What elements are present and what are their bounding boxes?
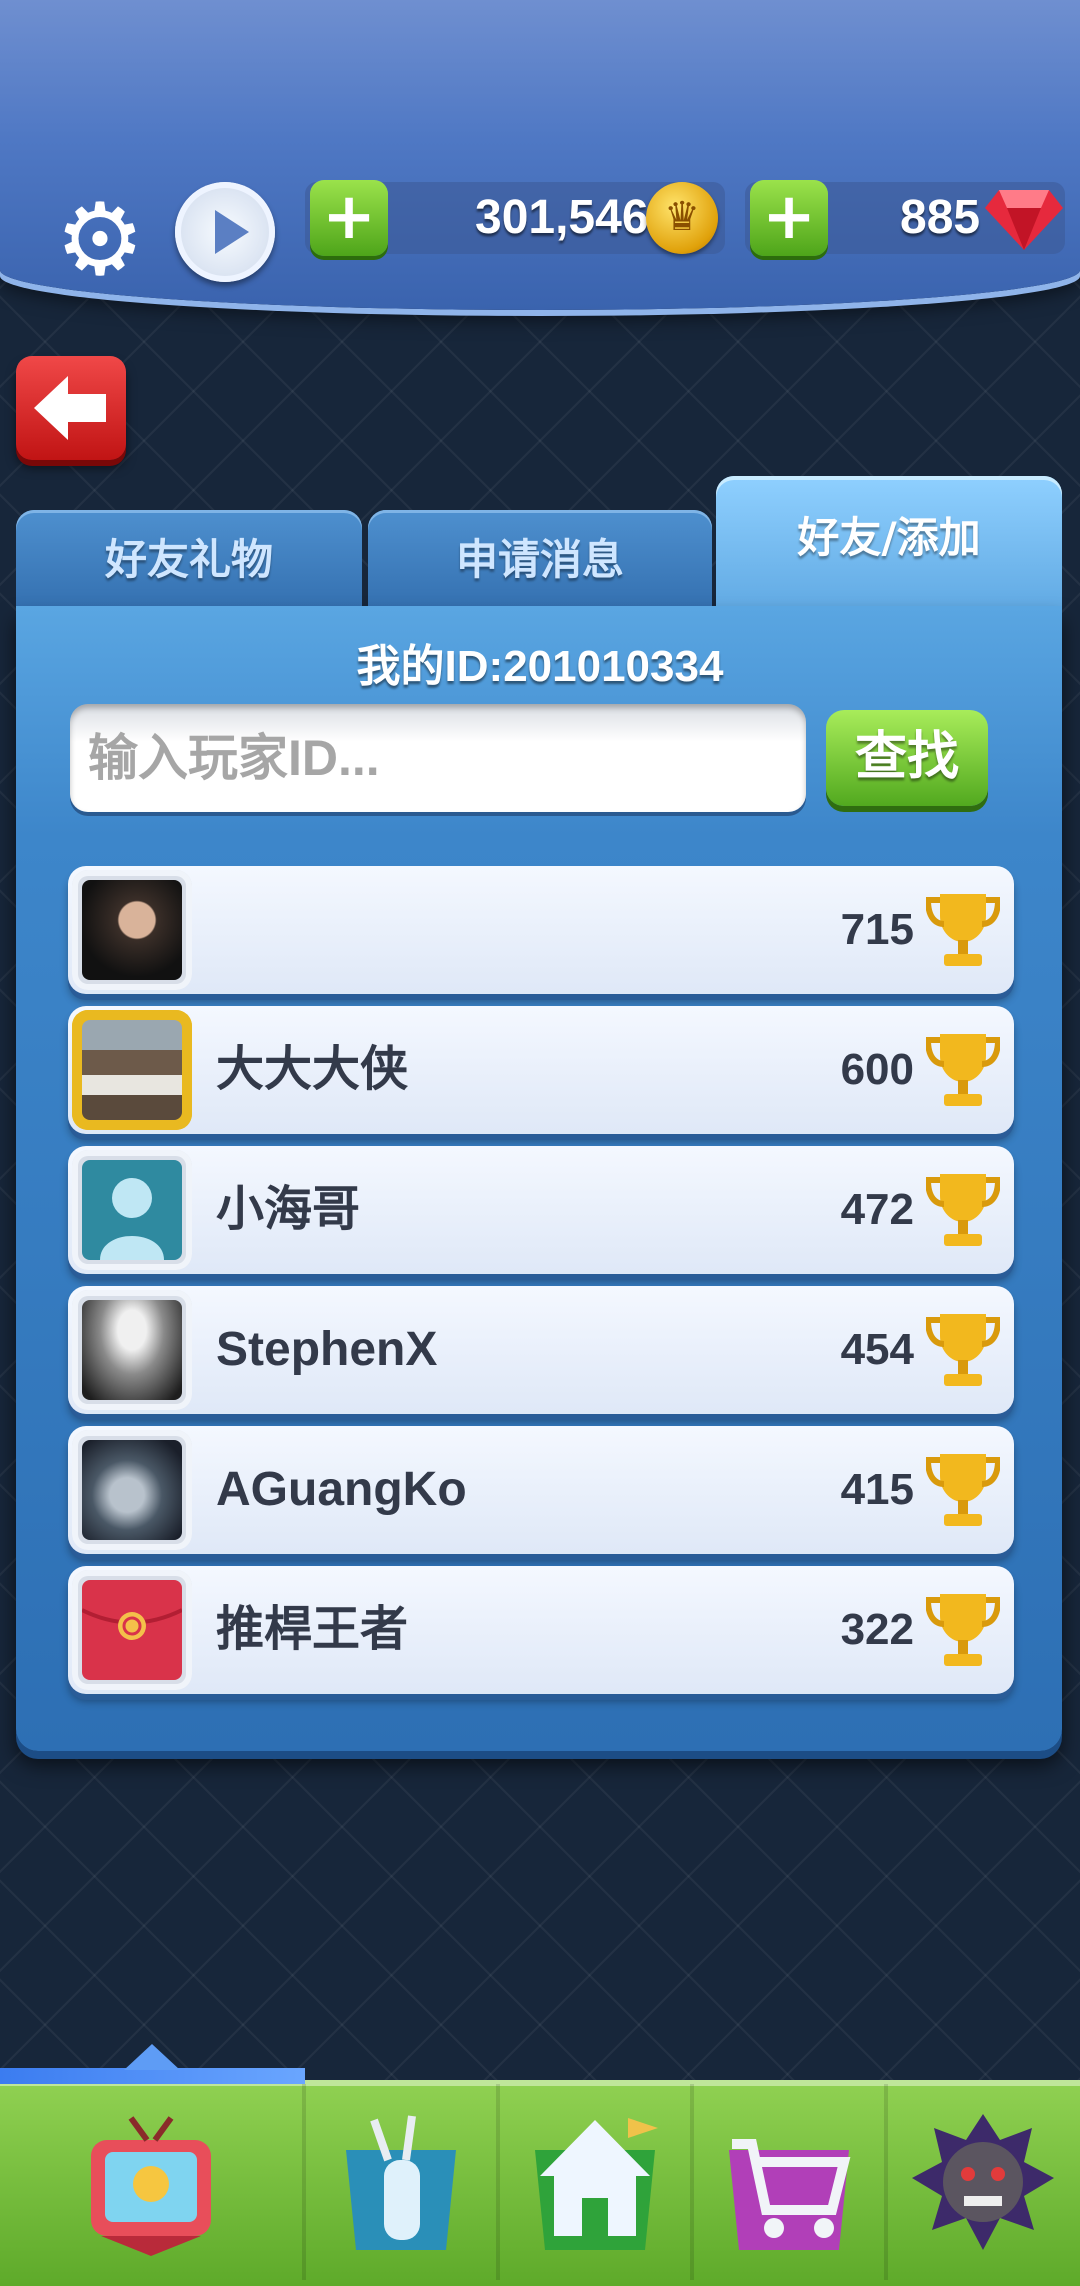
trophy-icon — [926, 1454, 1000, 1526]
player-id-input[interactable] — [70, 704, 806, 812]
avatar — [72, 1290, 192, 1410]
list-item[interactable]: 715 — [68, 866, 1014, 994]
my-id-label: 我的ID:201010334 — [356, 642, 724, 691]
friend-name: StephenX — [216, 1323, 438, 1376]
gems-value: 885 — [900, 191, 981, 244]
golf-bag-icon — [346, 2115, 456, 2250]
add-gems-button[interactable]: + — [750, 180, 828, 256]
gem-icon — [985, 190, 1063, 250]
nav-divider — [884, 2084, 888, 2280]
trophy-icon — [926, 1174, 1000, 1246]
add-coins-button[interactable]: + — [310, 180, 388, 256]
trophy-icon — [926, 1314, 1000, 1386]
friend-name: 小海哥 — [216, 1183, 361, 1236]
friend-name: AGuangKo — [216, 1463, 467, 1516]
friends-list: 715 大大大侠 600 小海哥 472 StephenX 454 AGuang… — [68, 866, 1014, 1706]
friend-score: 454 — [840, 1325, 914, 1374]
friend-score: 600 — [840, 1045, 914, 1094]
avatar — [72, 1430, 192, 1550]
avatar — [72, 1570, 192, 1690]
friend-name: 推桿王者 — [216, 1603, 409, 1656]
nav-divider — [690, 2084, 694, 2280]
trophy-icon — [926, 1034, 1000, 1106]
cart-icon — [729, 2139, 851, 2250]
trophy-icon — [926, 894, 1000, 966]
nav-club-button[interactable] — [908, 2100, 1058, 2270]
friend-score: 715 — [840, 905, 914, 954]
list-item[interactable]: 大大大侠 600 — [68, 1006, 1014, 1134]
trophy-icon — [926, 1594, 1000, 1666]
search-button[interactable]: 查找 — [826, 710, 988, 806]
gear-icon[interactable]: ⚙ — [52, 190, 148, 290]
list-item[interactable]: StephenX 454 — [68, 1286, 1014, 1414]
nav-shop-button[interactable] — [714, 2100, 864, 2270]
list-item[interactable]: 小海哥 472 — [68, 1146, 1014, 1274]
nav-active-indicator — [0, 2068, 305, 2084]
avatar — [72, 870, 192, 990]
crown-coin-icon: ♛ — [646, 182, 718, 254]
friend-score: 322 — [840, 1605, 914, 1654]
avatar — [72, 1150, 192, 1270]
nav-active-arrow — [124, 2044, 180, 2070]
top-bar — [0, 0, 1080, 310]
tab-friend-gifts[interactable]: 好友礼物 — [16, 510, 362, 610]
back-button[interactable] — [16, 356, 126, 460]
list-item[interactable]: AGuangKo 415 — [68, 1426, 1014, 1554]
tv-icon — [91, 2116, 211, 2256]
friend-score: 415 — [840, 1465, 914, 1514]
friend-name: 大大大侠 — [216, 1043, 409, 1096]
tab-friends-add[interactable]: 好友/添加 — [716, 476, 1062, 616]
friend-score: 472 — [840, 1185, 914, 1234]
nav-golf-bag-button[interactable] — [326, 2100, 476, 2270]
bulldog-icon — [912, 2114, 1054, 2250]
home-icon — [535, 2118, 658, 2250]
nav-divider — [496, 2084, 500, 2280]
nav-home-button[interactable] — [520, 2100, 670, 2270]
avatar — [72, 1010, 192, 1130]
coins-value: 301,546 — [475, 191, 649, 244]
back-arrow-icon — [34, 376, 106, 440]
nav-divider — [302, 2084, 306, 2280]
play-icon[interactable] — [175, 182, 275, 282]
tab-requests[interactable]: 申请消息 — [368, 510, 712, 610]
list-item[interactable]: 推桿王者 322 — [68, 1566, 1014, 1694]
nav-tv-button[interactable] — [76, 2100, 226, 2270]
